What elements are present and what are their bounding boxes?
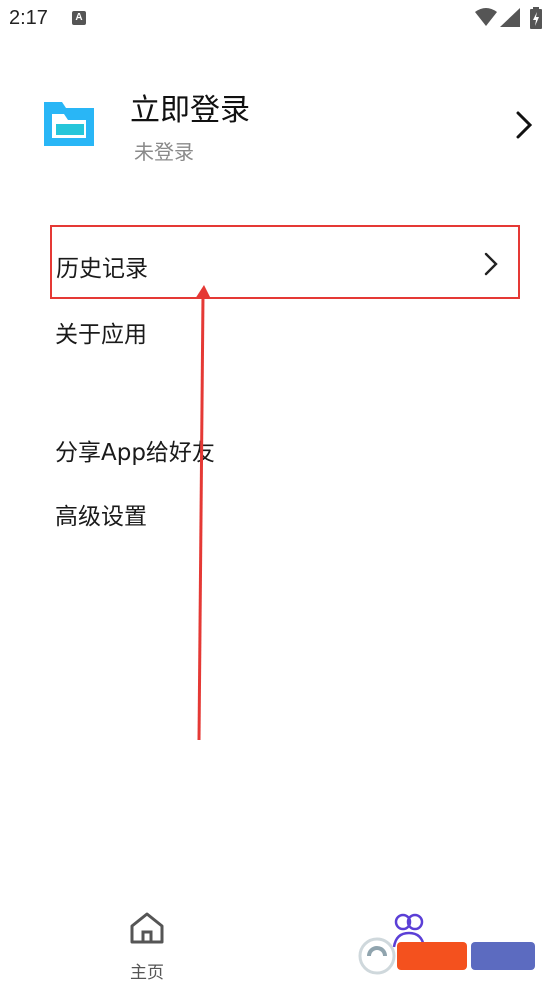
status-time: 2:17 (9, 7, 48, 29)
signal-icon (500, 8, 520, 27)
nav-home[interactable]: 主页 (110, 908, 184, 983)
menu-item-share[interactable]: 分享App给好友 (50, 410, 520, 484)
login-status: 未登录 (134, 140, 194, 164)
battery-icon (530, 7, 542, 29)
chevron-right-icon[interactable] (514, 110, 534, 140)
chevron-right-icon (484, 252, 498, 276)
nav-home-label: 主页 (130, 963, 164, 983)
menu-item-history[interactable]: 历史记录 (50, 225, 520, 299)
notification-icon: A (72, 11, 86, 25)
site-watermark-logo (358, 937, 535, 975)
menu-item-label: 关于应用 (55, 322, 147, 348)
menu-item-advanced-settings[interactable]: 高级设置 (50, 474, 520, 548)
menu-item-about[interactable]: 关于应用 (50, 292, 520, 366)
wifi-icon (475, 8, 497, 26)
annotation-arrow (195, 285, 211, 741)
login-header[interactable]: 立即登录 未登录 (0, 80, 554, 170)
app-logo-folder-icon (44, 102, 94, 146)
menu-item-label: 高级设置 (55, 504, 147, 530)
menu-item-label: 历史记录 (56, 256, 148, 282)
status-bar: 2:17 A (0, 0, 554, 38)
login-title[interactable]: 立即登录 (130, 85, 250, 129)
home-icon (130, 912, 164, 944)
